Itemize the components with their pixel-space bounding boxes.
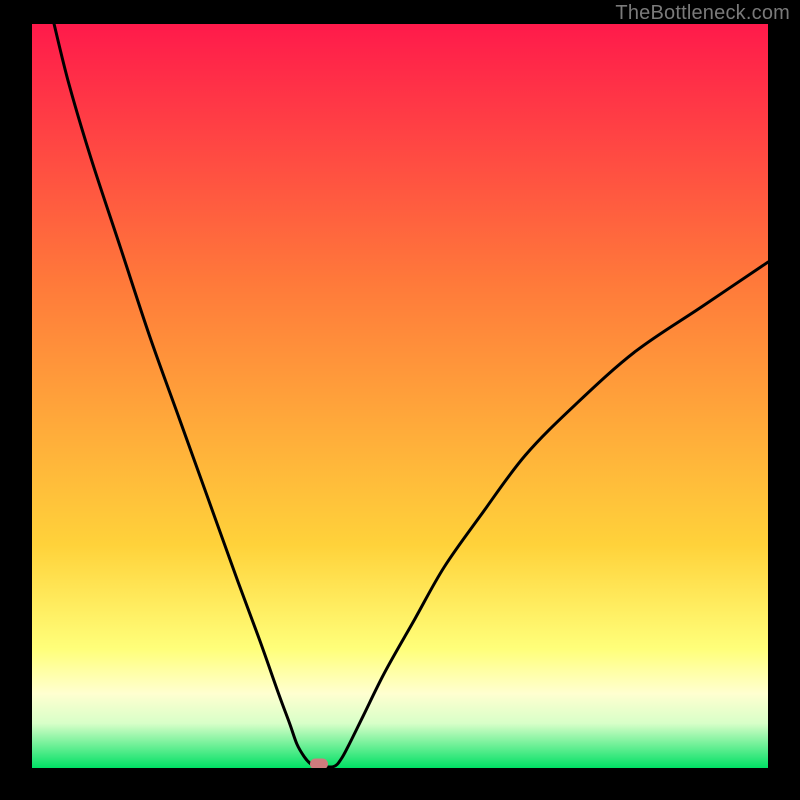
curve-layer [32, 24, 768, 768]
bottleneck-curve [54, 24, 768, 767]
plot-area [32, 24, 768, 768]
watermark-text: TheBottleneck.com [615, 2, 790, 25]
chart-stage: TheBottleneck.com [0, 0, 800, 800]
optimal-point-marker [310, 759, 328, 768]
